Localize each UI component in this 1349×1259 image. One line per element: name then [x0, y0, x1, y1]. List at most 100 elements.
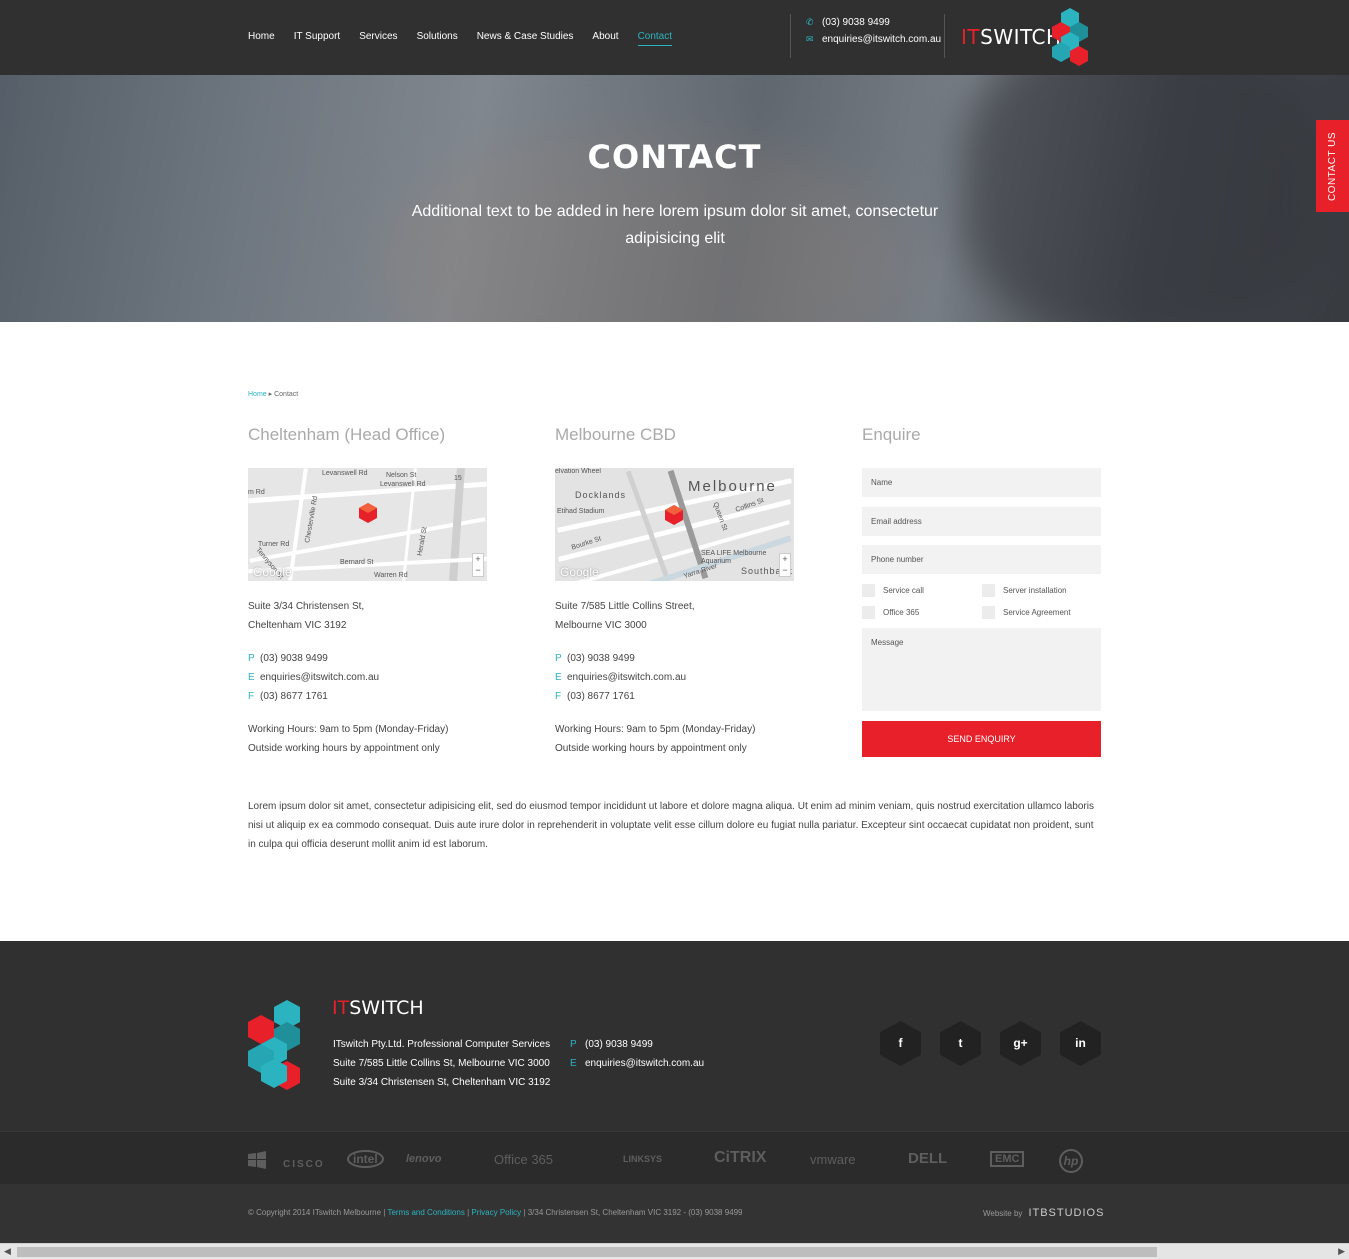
enquire-title: Enquire — [862, 425, 921, 444]
terms-link[interactable]: Terms and Conditions — [387, 1208, 464, 1217]
office-email[interactable]: enquiries@itswitch.com.au — [260, 672, 379, 683]
copyright: © Copyright 2014 ITswitch Melbourne | Te… — [248, 1208, 743, 1217]
message-textarea[interactable]: Message — [862, 627, 1101, 711]
facebook-button[interactable]: f — [880, 1021, 921, 1066]
phone-label: P — [570, 1039, 577, 1050]
footer-logo[interactable]: ITSWITCH — [332, 997, 424, 1019]
map-label: Levanswell Rd — [322, 470, 368, 477]
office-map[interactable]: Levanswell Rd Nelson St Levanswell Rd m … — [248, 468, 487, 581]
office-map[interactable]: Melbourne Docklands Etihad Stadium Colli… — [555, 468, 794, 581]
footer-phone-row: P (03) 9038 9499 — [570, 1035, 704, 1054]
fax-label: F — [248, 691, 255, 702]
logo-cubes-icon — [1052, 8, 1088, 66]
nav-home[interactable]: Home — [248, 31, 275, 46]
name-input[interactable]: Name — [862, 468, 1101, 497]
location-marker-icon[interactable] — [359, 503, 377, 523]
cisco-logo: CISCO — [283, 1159, 325, 1170]
nav-it-support[interactable]: IT Support — [294, 31, 341, 46]
footer-contact: P (03) 9038 9499 Eenquiries@itswitch.com.… — [570, 1035, 704, 1073]
map-road — [248, 481, 487, 504]
checkbox-service-call[interactable]: Service call — [862, 584, 982, 598]
footer-email-row: Eenquiries@itswitch.com.au — [570, 1054, 704, 1073]
map-label: Etihad Stadium — [557, 508, 605, 515]
office-melbourne-cbd: Melbourne CBD Melbourne Docklands Etihad… — [555, 425, 795, 758]
nav-services[interactable]: Services — [359, 31, 397, 46]
scroll-right-icon[interactable]: ▶ — [1338, 1246, 1345, 1257]
office-address: Suite 7/585 Little Collins Street, Melbo… — [555, 597, 795, 635]
map-zoom-control[interactable]: + − — [779, 553, 791, 577]
checkbox-box[interactable] — [862, 584, 875, 597]
nav-news[interactable]: News & Case Studies — [477, 31, 574, 46]
logo-it: IT — [961, 25, 981, 49]
office-contact: P (03) 9038 9499 Eenquiries@itswitch.com.… — [555, 649, 795, 706]
footer-phone[interactable]: (03) 9038 9499 — [585, 1039, 653, 1050]
footer-logo-it: IT — [332, 997, 350, 1019]
site-logo[interactable]: ITSWITCH — [961, 25, 1062, 49]
privacy-link[interactable]: Privacy Policy — [471, 1208, 521, 1217]
office-fax: (03) 8677 1761 — [260, 691, 328, 702]
header-email[interactable]: enquiries@itswitch.com.au — [822, 34, 941, 45]
map-label: 15 — [454, 475, 462, 482]
envelope-icon: ✉ — [806, 34, 814, 44]
windows-logo-icon — [248, 1151, 266, 1169]
address-line-2: Melbourne VIC 3000 — [555, 620, 647, 631]
checkbox-office-365[interactable]: Office 365 — [862, 606, 982, 620]
website-credit[interactable]: Website by ITBSTUDIOS — [983, 1207, 1104, 1219]
email-input[interactable]: Email address — [862, 506, 1101, 536]
twitter-button[interactable]: t — [940, 1021, 981, 1066]
checkbox-box[interactable] — [862, 606, 875, 619]
linkedin-button[interactable]: in — [1060, 1021, 1101, 1066]
footer-address-1: Suite 7/585 Little Collins St, Melbourne… — [333, 1058, 550, 1069]
header-phone-row: ✆ (03) 9038 9499 — [806, 14, 941, 31]
map-label: Docklands — [575, 490, 627, 500]
hours-line-1: Working Hours: 9am to 5pm (Monday-Friday… — [248, 724, 449, 735]
checkbox-service-agreement[interactable]: Service Agreement — [982, 606, 1101, 620]
nav-about[interactable]: About — [592, 31, 618, 46]
email-label: E — [248, 672, 255, 683]
breadcrumb: Home ▸ Contact — [248, 390, 298, 398]
send-enquiry-button[interactable]: SEND ENQUIRY — [862, 720, 1101, 757]
breadcrumb-home[interactable]: Home — [248, 391, 267, 398]
phone-label: P — [248, 653, 255, 664]
office-fax-row: F (03) 8677 1761 — [248, 687, 488, 706]
scrollbar-thumb[interactable] — [17, 1247, 1157, 1257]
nav-solutions[interactable]: Solutions — [417, 31, 458, 46]
office-title: Melbourne CBD — [555, 425, 676, 444]
linksys-logo: LINKSYS — [623, 1154, 663, 1164]
map-zoom-control[interactable]: + − — [472, 553, 484, 577]
side-tab-label: CONTACT US — [1327, 131, 1339, 201]
office-contact: P (03) 9038 9499 Eenquiries@itswitch.com.… — [248, 649, 488, 706]
header-phone[interactable]: (03) 9038 9499 — [822, 17, 890, 28]
email-label: E — [555, 672, 562, 683]
header-email-row: ✉ enquiries@itswitch.com.au — [806, 31, 941, 48]
office-phone[interactable]: (03) 9038 9499 — [260, 653, 328, 664]
office-title: Cheltenham (Head Office) — [248, 425, 446, 444]
checkbox-server-installation[interactable]: Server installation — [982, 584, 1101, 598]
office-phone[interactable]: (03) 9038 9499 — [567, 653, 635, 664]
google-plus-button[interactable]: g+ — [1000, 1021, 1041, 1066]
hero-banner: CONTACT Additional text to be added in h… — [0, 75, 1349, 322]
phone-input[interactable]: Phone number — [862, 545, 1101, 574]
scroll-left-icon[interactable]: ◀ — [4, 1246, 11, 1257]
map-label: Melbourne — [688, 478, 777, 495]
map-label: Chesterville Rd — [304, 495, 320, 544]
footer-logo-switch: SWITCH — [349, 997, 424, 1019]
contact-us-side-tab[interactable]: CONTACT US — [1316, 120, 1349, 212]
horizontal-scrollbar[interactable]: ◀ ▶ — [0, 1243, 1349, 1259]
footer-addresses: ITswitch Pty.Ltd. Professional Computer … — [333, 1035, 550, 1092]
itb-studios-logo: ITBSTUDIOS — [1028, 1207, 1105, 1219]
checkbox-box[interactable] — [982, 606, 995, 619]
header-divider — [944, 14, 945, 58]
office-email-row: Eenquiries@itswitch.com.au — [248, 668, 488, 687]
office-hours: Working Hours: 9am to 5pm (Monday-Friday… — [555, 720, 795, 758]
twitter-icon: t — [958, 1036, 963, 1050]
checkbox-box[interactable] — [982, 584, 995, 597]
footer-email[interactable]: enquiries@itswitch.com.au — [585, 1058, 704, 1069]
location-marker-icon[interactable] — [665, 505, 683, 525]
nav-contact[interactable]: Contact — [637, 31, 673, 46]
google-plus-icon: g+ — [1013, 1036, 1028, 1050]
office-email[interactable]: enquiries@itswitch.com.au — [567, 672, 686, 683]
map-label: Nelson St — [386, 472, 417, 479]
address-line-2: Cheltenham VIC 3192 — [248, 620, 347, 631]
linkedin-icon: in — [1075, 1036, 1086, 1050]
